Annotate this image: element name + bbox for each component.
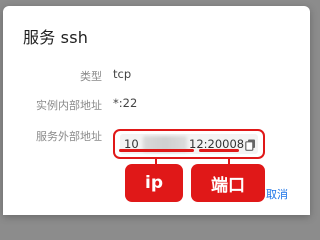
internal-address-label: 实例内部地址 bbox=[36, 99, 102, 112]
dialog-title: 服务 ssh bbox=[23, 28, 89, 47]
external-address-label: 服务外部地址 bbox=[36, 130, 102, 143]
service-dialog: 服务 ssh 类型 tcp 实例内部地址 *:22 服务外部地址 10 12:2… bbox=[3, 6, 310, 215]
cancel-button[interactable]: 取消 bbox=[266, 186, 288, 202]
port-annotation: 端口 bbox=[191, 164, 265, 202]
port-underline bbox=[199, 149, 239, 152]
copy-icon[interactable] bbox=[245, 138, 256, 151]
internal-address-value: *:22 bbox=[113, 96, 138, 110]
type-label: 类型 bbox=[80, 70, 102, 83]
ip-underline bbox=[119, 149, 194, 152]
ip-annotation: ip bbox=[125, 164, 183, 202]
type-value: tcp bbox=[113, 67, 132, 81]
external-address-highlight: 10 12:20008 bbox=[113, 129, 265, 159]
